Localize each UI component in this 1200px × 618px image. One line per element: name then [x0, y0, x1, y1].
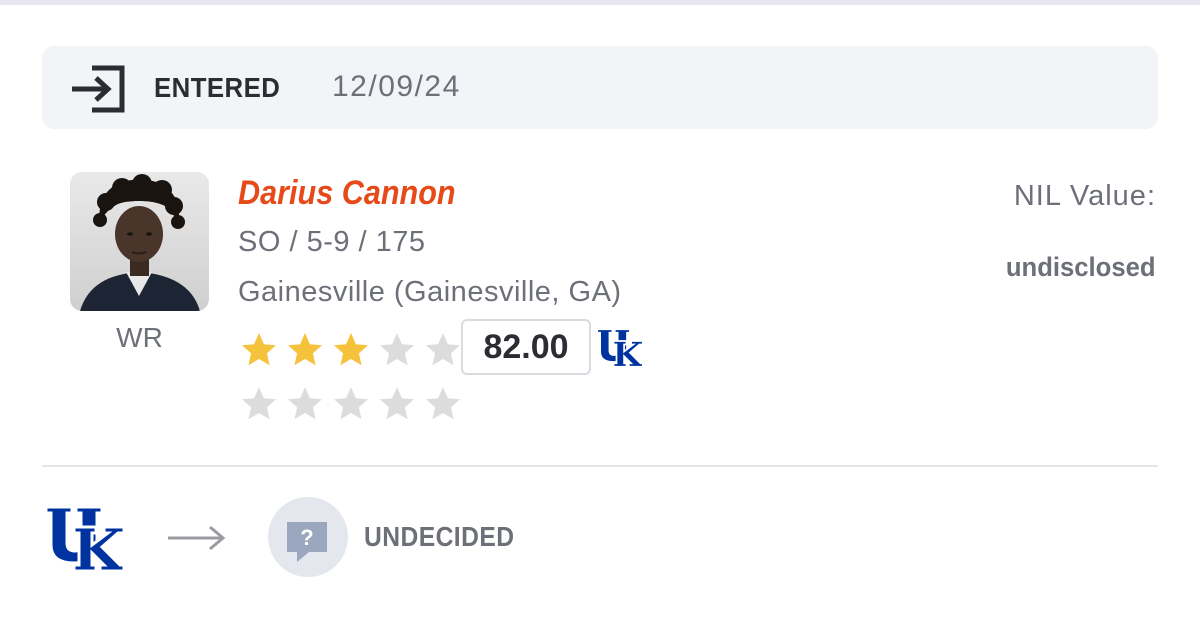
star-filled-icon	[240, 331, 278, 369]
secondary-star-rating	[240, 384, 470, 424]
nil-value-label: NIL Value:	[1013, 180, 1156, 212]
enter-portal-icon	[72, 65, 125, 113]
nil-value: undisclosed	[1006, 252, 1156, 282]
status-date: 12/09/24	[332, 70, 461, 103]
star-empty-icon	[332, 385, 370, 423]
player-position: WR	[116, 322, 163, 353]
avatar[interactable]	[70, 172, 209, 311]
star-empty-icon	[424, 385, 462, 423]
star-empty-icon	[424, 331, 462, 369]
star-empty-icon	[378, 385, 416, 423]
divider	[42, 465, 1158, 467]
star-filled-icon	[286, 331, 324, 369]
player-vitals: SO / 5-9 / 175	[238, 226, 426, 258]
player-hometown: Gainesville (Gainesville, GA)	[238, 276, 622, 308]
star-empty-icon	[286, 385, 324, 423]
to-school-label: UNDECIDED	[364, 521, 515, 552]
star-rating	[240, 330, 470, 370]
uk-logo-icon	[596, 328, 644, 368]
rating-score: 82.00	[461, 319, 591, 375]
uk-logo-icon[interactable]	[44, 505, 126, 573]
question-mark-icon: ?	[287, 522, 327, 562]
svg-text:?: ?	[300, 525, 313, 550]
star-filled-icon	[332, 331, 370, 369]
status-label: ENTERED	[154, 72, 281, 103]
player-name-link[interactable]: Darius Cannon	[238, 174, 456, 213]
top-rule	[0, 0, 1200, 5]
player-photo	[70, 172, 209, 311]
star-empty-icon	[378, 331, 416, 369]
star-empty-icon	[240, 385, 278, 423]
right-arrow-icon	[168, 525, 226, 551]
